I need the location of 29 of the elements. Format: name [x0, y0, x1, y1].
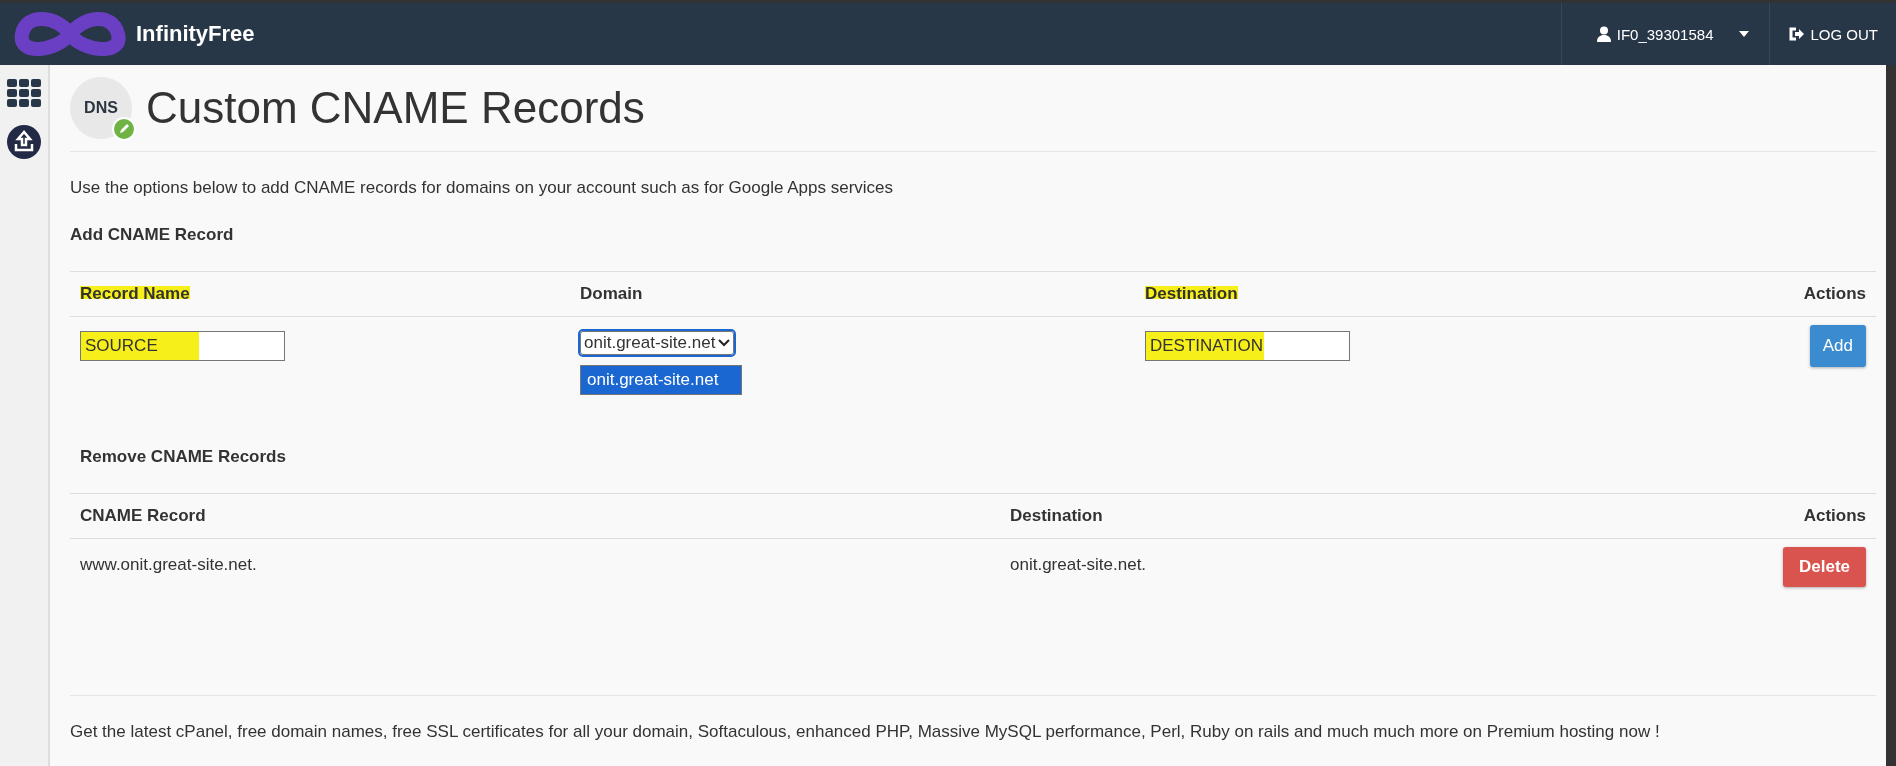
- page-description: Use the options below to add CNAME records for domains on your account such as for Google Apps services: [70, 178, 895, 198]
- section-heading: Add CNAME Record: [70, 225, 235, 245]
- delete-button[interactable]: Delete: [1782, 547, 1866, 587]
- page-title: Custom CNAME Records: [146, 83, 645, 133]
- caret-icon: [1739, 31, 1750, 37]
- column-header: Actions: [1803, 284, 1866, 303]
- apps-grid-icon[interactable]: [7, 79, 41, 107]
- domain-dropdown[interactable]: onit.great-site.net: [580, 331, 735, 355]
- add-button[interactable]: Add: [1809, 325, 1866, 367]
- scrollbar[interactable]: [1886, 65, 1896, 766]
- upload-icon[interactable]: [7, 125, 41, 159]
- column-header: Actions: [1772, 494, 1876, 539]
- section-heading: Remove CNAME Records: [80, 447, 287, 467]
- table-cell: onit.great-site.net.: [1010, 555, 1147, 574]
- user-menu[interactable]: IF0_39301584: [1560, 3, 1770, 65]
- table-cell: www.onit.great-site.net.: [80, 555, 257, 574]
- username: IF0_39301584: [1616, 25, 1714, 43]
- promo-text: Get the latest cPanel, free domain names, free SSL certificates for all your domain, Softaculous, enhanced PHP, Massive MySQL performance, Perl, Ruby on rails and much much more on Premium hosting now !: [70, 695, 1876, 742]
- brand-name: InfinityFree: [136, 21, 255, 47]
- destination-field[interactable]: DESTINATION: [1145, 331, 1350, 361]
- user-icon: [1596, 26, 1611, 42]
- logout-link[interactable]: LOG OUT: [1769, 3, 1896, 65]
- column-header: CNAME Record: [70, 494, 1000, 539]
- dropdown-option[interactable]: onit.great-site.net: [581, 366, 741, 394]
- logout-icon: [1788, 27, 1805, 41]
- record-name-field[interactable]: SOURCE: [80, 331, 285, 361]
- column-header: Destination: [1000, 494, 1773, 539]
- chevron-down-icon: [718, 339, 731, 347]
- column-header: Domain: [580, 284, 643, 303]
